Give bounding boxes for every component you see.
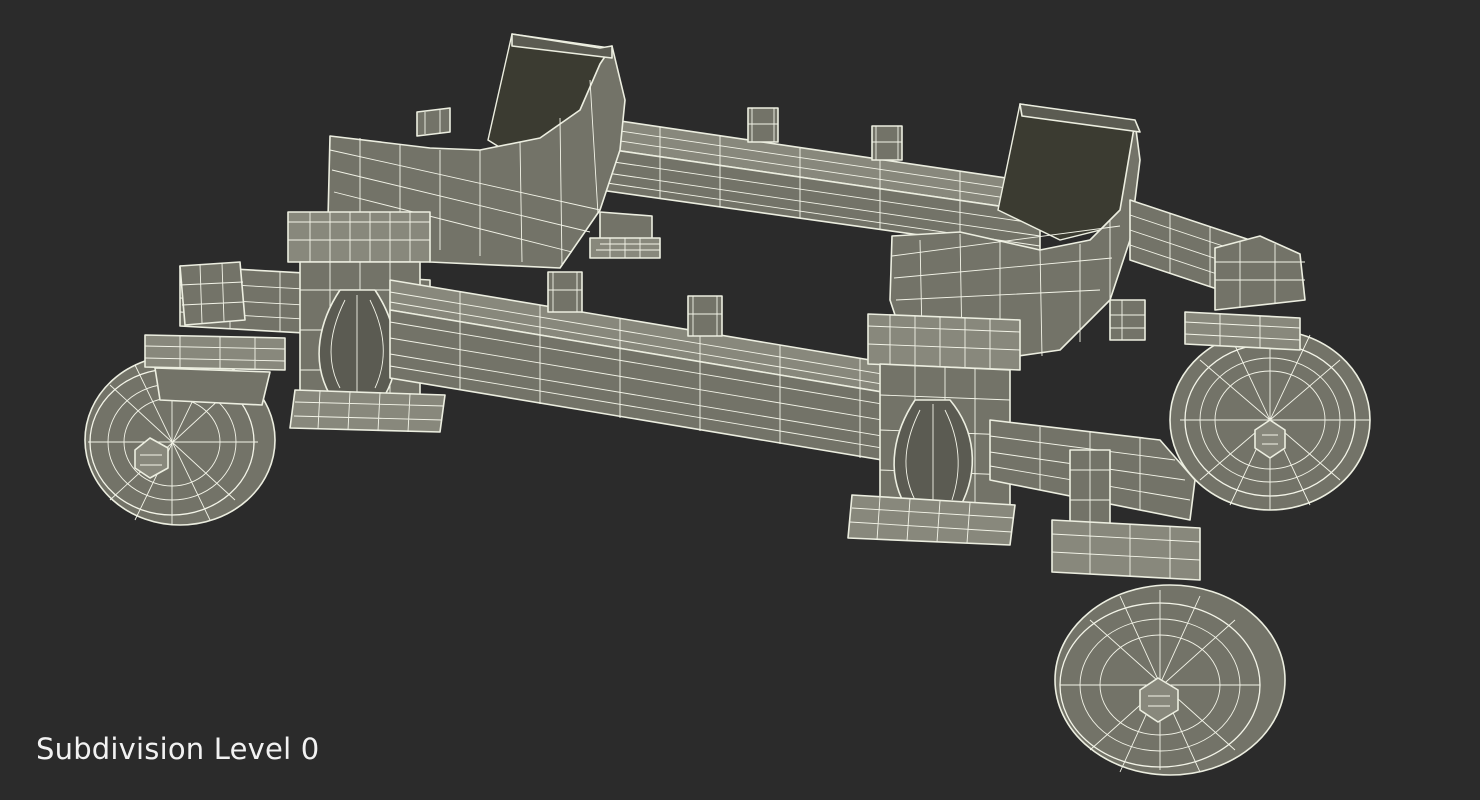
front-right-cross-arm	[989, 419, 1196, 536]
3d-viewport[interactable]	[0, 0, 1480, 800]
rear-right-mount	[1109, 299, 1146, 341]
wheel-back-right	[1169, 329, 1371, 511]
wheel-front-right	[1054, 584, 1286, 776]
rear-rail	[599, 117, 1041, 253]
caster-front-right	[1051, 519, 1201, 581]
subdivision-level-caption: Subdivision Level 0	[36, 732, 320, 766]
rear-left-mount	[589, 211, 661, 259]
